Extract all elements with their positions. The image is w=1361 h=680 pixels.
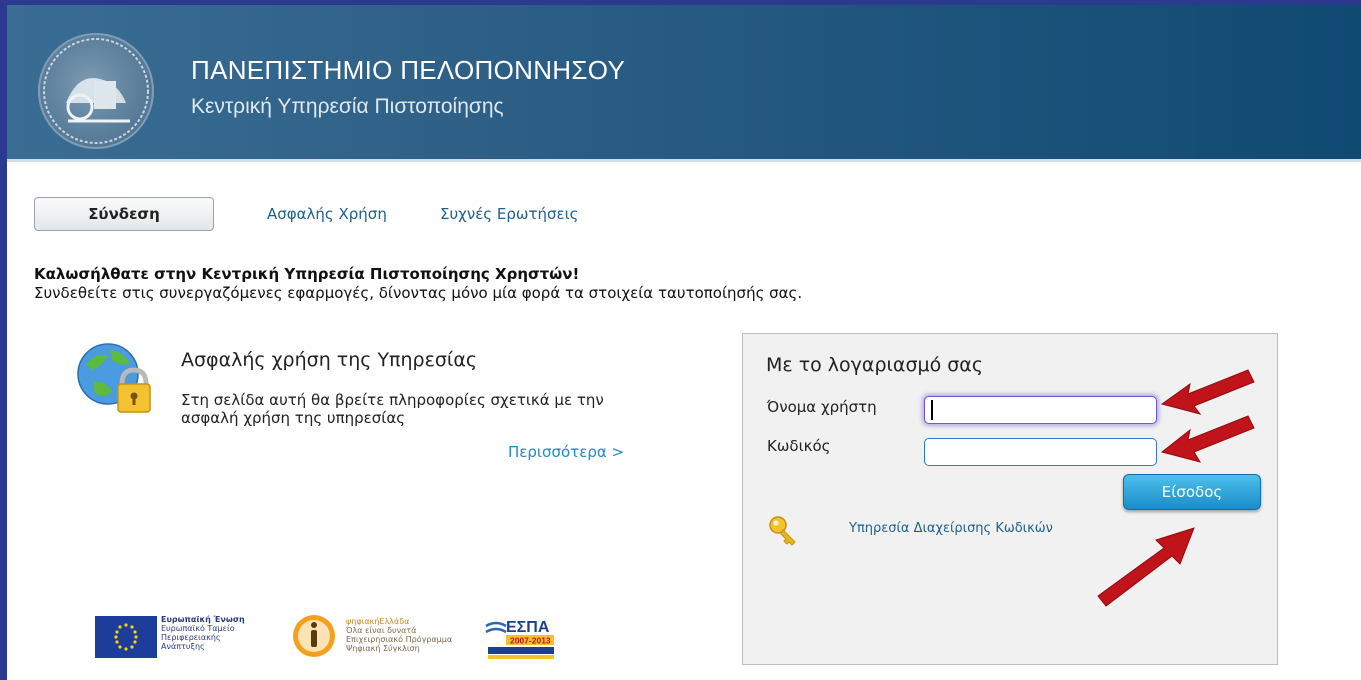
- eu-flag-icon: [95, 616, 157, 658]
- university-logo-icon: [38, 33, 154, 149]
- password-service-link[interactable]: Υπηρεσία Διαχείρισης Κωδικών: [849, 521, 1053, 536]
- espa-logo: ΕΣΠΑ 2007-2013: [485, 619, 554, 659]
- espa-title: ΕΣΠΑ: [506, 619, 550, 636]
- eu-fund-text: Ευρωπαϊκή Ένωση Ευρωπαϊκό Ταμείο Περιφερ…: [161, 615, 245, 651]
- service-name: Κεντρική Υπηρεσία Πιστοποίησης: [191, 95, 504, 118]
- tab-faq[interactable]: Συχνές Ερωτήσεις: [440, 205, 578, 223]
- password-input[interactable]: [924, 438, 1157, 466]
- header-banner: ΠΑΝΕΠΙΣΤΗΜΙΟ ΠΕΛΟΠΟΝΝΗΣΟΥ Κεντρική Υπηρε…: [7, 5, 1361, 162]
- welcome-subtitle: Συνδεθείτε στις συνεργαζόμενες εφαρμογές…: [34, 284, 803, 302]
- security-title: Ασφαλής χρήση της Υπηρεσίας: [181, 349, 478, 371]
- welcome-title: Καλωσήλθατε στην Κεντρική Υπηρεσία Πιστο…: [34, 265, 580, 283]
- password-label: Κωδικός: [767, 437, 831, 455]
- tab-login[interactable]: Σύνδεση: [34, 197, 214, 231]
- digital-greece-icon: [293, 615, 335, 657]
- login-button[interactable]: Είσοδος: [1123, 474, 1261, 510]
- username-input[interactable]: [924, 396, 1157, 424]
- login-title: Με το λογαριασμό σας: [766, 354, 983, 376]
- key-icon: [769, 516, 796, 546]
- globe-lock-icon: [77, 343, 151, 413]
- username-label: Όνομα χρήστη: [767, 398, 877, 416]
- text-cursor: [931, 400, 933, 420]
- digital-greece-text: ψηφιακήΕλλάδα Όλα είναι δυνατά Επιχειρησ…: [346, 617, 453, 653]
- tab-secure-use[interactable]: Ασφαλής Χρήση: [267, 205, 387, 223]
- arrow-icon: [1160, 415, 1255, 463]
- arrow-icon: [1097, 527, 1195, 607]
- security-description: Στη σελίδα αυτή θα βρείτε πληροφορίες σχ…: [181, 391, 604, 427]
- university-name: ΠΑΝΕΠΙΣΤΗΜΙΟ ΠΕΛΟΠΟΝΝΗΣΟΥ: [191, 55, 626, 85]
- espa-years: 2007-2013: [510, 636, 551, 646]
- more-link[interactable]: Περισσότερα >: [508, 443, 624, 461]
